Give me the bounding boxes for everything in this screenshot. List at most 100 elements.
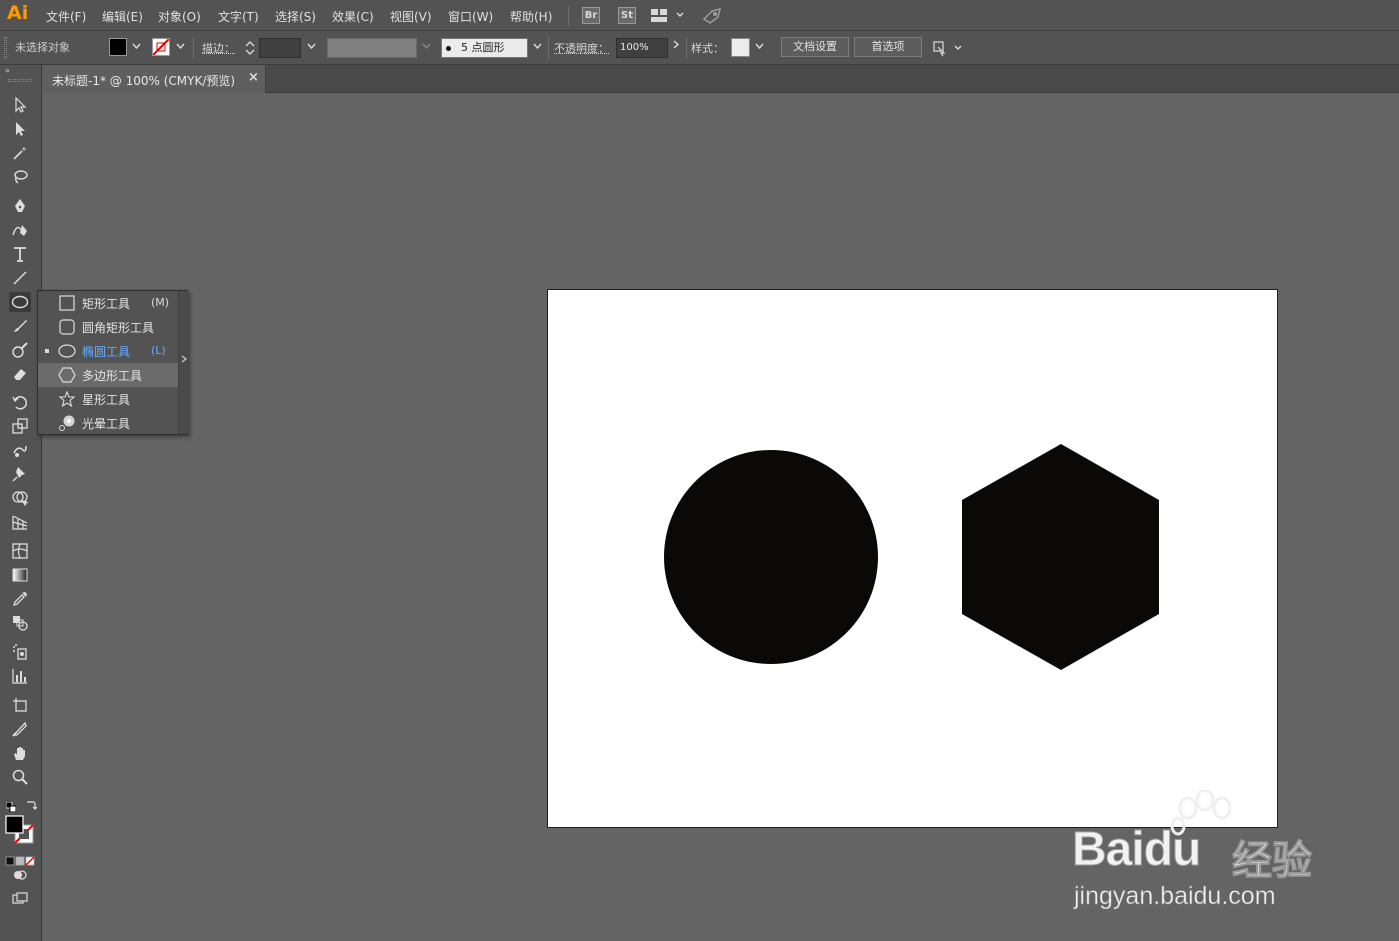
opacity-label[interactable]: 不透明度：: [554, 40, 609, 56]
mesh-tool[interactable]: [9, 541, 31, 561]
shaper-tool[interactable]: [9, 340, 31, 360]
screen-mode-button[interactable]: [9, 889, 31, 909]
menu-divider: [568, 6, 569, 26]
line-segment-tool[interactable]: [9, 268, 31, 288]
scale-icon: [12, 418, 28, 434]
artboard-tool[interactable]: [9, 695, 31, 715]
flyout-item-star[interactable]: 星形工具: [38, 387, 178, 411]
fill-stroke-selector[interactable]: [5, 815, 35, 845]
stroke-label[interactable]: 描边：: [202, 40, 235, 56]
menu-window[interactable]: 窗口(W): [448, 8, 493, 25]
close-icon[interactable]: ×: [248, 70, 259, 85]
shape-builder-tool[interactable]: [9, 488, 31, 508]
perspective-grid-tool[interactable]: [9, 512, 31, 532]
variable-width-profile[interactable]: [327, 38, 417, 58]
menu-type[interactable]: 文字(T): [218, 8, 259, 25]
color-mode-buttons[interactable]: [5, 851, 35, 866]
menu-bar: Ai 文件(F) 编辑(E) 对象(O) 文字(T) 选择(S) 效果(C) 视…: [0, 0, 1399, 31]
pen-tool[interactable]: [9, 196, 31, 216]
default-colors-button[interactable]: [5, 797, 17, 813]
brush-dropdown[interactable]: [530, 38, 544, 56]
black-circle[interactable]: [664, 450, 878, 664]
graphic-style-swatch[interactable]: [731, 38, 750, 57]
type-tool[interactable]: [9, 244, 31, 264]
blend-tool[interactable]: [9, 613, 31, 633]
control-bar: 未选择对象 描边： 5 点圆形 不透明度： 100% 样式： 文档设置 首选项: [0, 31, 1399, 65]
paintbrush-tool[interactable]: [9, 316, 31, 336]
zoom-tool[interactable]: [9, 767, 31, 787]
menu-view[interactable]: 视图(V): [390, 8, 432, 25]
toolbar-grip[interactable]: [8, 79, 32, 82]
artwork: [664, 444, 1159, 670]
black-hexagon[interactable]: [962, 444, 1159, 670]
direct-selection-tool[interactable]: [9, 119, 31, 139]
menu-file[interactable]: 文件(F): [46, 8, 86, 25]
menu-help[interactable]: 帮助(H): [510, 8, 552, 25]
slice-tool[interactable]: [9, 719, 31, 739]
type-t-icon: [14, 247, 26, 262]
stroke-weight-dropdown[interactable]: [304, 38, 318, 56]
menu-object[interactable]: 对象(O): [158, 8, 201, 25]
preferences-button[interactable]: 首选项: [854, 37, 922, 57]
graphic-style-dropdown[interactable]: [752, 38, 766, 56]
menu-effect[interactable]: 效果(C): [332, 8, 374, 25]
magic-wand-tool[interactable]: [9, 143, 31, 163]
quick-actions-button[interactable]: [930, 38, 966, 58]
stroke-dropdown[interactable]: [173, 38, 187, 56]
collapse-panel-icon[interactable]: »: [5, 67, 17, 75]
hand-tool[interactable]: [9, 743, 31, 763]
pin-icon: [12, 467, 25, 482]
puppet-warp-tool[interactable]: [9, 464, 31, 484]
gradient-tool[interactable]: [9, 565, 31, 585]
fill-swatch[interactable]: [109, 38, 127, 56]
lasso-tool[interactable]: [9, 167, 31, 187]
flyout-item-rectangle[interactable]: 矩形工具 (M): [38, 291, 178, 315]
baidu-jingyan-watermark: Baidu 经验 jingyan.baidu.com: [1070, 790, 1390, 920]
eraser-tool[interactable]: [9, 364, 31, 384]
eraser-icon: [14, 369, 26, 380]
flyout-tearoff-strip[interactable]: [178, 291, 188, 434]
ellipse-tool[interactable]: [9, 292, 31, 312]
tools-panel: »: [0, 65, 42, 941]
rotate-tool[interactable]: [9, 392, 31, 412]
variable-width-dropdown[interactable]: [419, 38, 433, 56]
fill-dropdown[interactable]: [129, 38, 143, 56]
style-label: 样式：: [691, 42, 724, 55]
warp-tool[interactable]: [9, 440, 31, 460]
eyedropper-tool[interactable]: [9, 589, 31, 609]
flyout-label: 矩形工具: [82, 297, 131, 311]
selection-tool[interactable]: [9, 95, 31, 115]
artboard[interactable]: [547, 289, 1278, 828]
control-bar-grip[interactable]: [4, 37, 7, 59]
flyout-item-flare[interactable]: 光晕工具: [38, 411, 178, 435]
swap-colors-button[interactable]: [25, 796, 38, 810]
menu-edit[interactable]: 编辑(E): [102, 8, 143, 25]
pen-nib-icon: [15, 199, 25, 212]
flyout-label: 多边形工具: [82, 369, 143, 383]
stroke-weight-field[interactable]: [259, 38, 301, 58]
scale-tool[interactable]: [9, 416, 31, 436]
control-divider: [548, 37, 549, 59]
stroke-weight-stepper[interactable]: [243, 38, 257, 58]
ellipse-icon: [58, 344, 76, 358]
chevron-down-icon: [131, 43, 141, 50]
bridge-button[interactable]: Br: [582, 7, 600, 24]
symbol-sprayer-tool[interactable]: [9, 642, 31, 662]
brush-definition[interactable]: 5 点圆形: [441, 38, 528, 58]
curvature-tool[interactable]: [9, 220, 31, 240]
stroke-swatch[interactable]: [152, 38, 170, 56]
opacity-expand[interactable]: [669, 38, 683, 56]
flyout-item-ellipse[interactable]: 椭圆工具 (L): [38, 339, 178, 363]
flyout-item-polygon[interactable]: 多边形工具: [38, 363, 178, 387]
menu-select[interactable]: 选择(S): [275, 8, 316, 25]
arrange-documents-button[interactable]: [650, 8, 686, 24]
column-graph-tool[interactable]: [9, 666, 31, 686]
gpu-performance-button[interactable]: [700, 5, 724, 25]
flyout-item-rounded-rectangle[interactable]: 圆角矩形工具: [38, 315, 178, 339]
drawing-modes-button[interactable]: [9, 865, 31, 885]
document-tab[interactable]: 未标题-1* @ 100% (CMYK/预览) ×: [42, 65, 266, 93]
opacity-field[interactable]: 100%: [616, 38, 668, 58]
document-setup-button[interactable]: 文档设置: [781, 37, 849, 57]
app-logo: Ai: [7, 2, 29, 24]
stock-button[interactable]: St: [618, 7, 636, 24]
